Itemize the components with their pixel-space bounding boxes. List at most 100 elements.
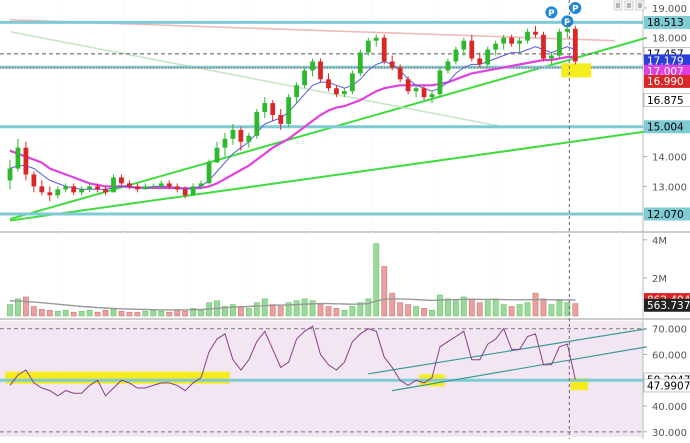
candle-body — [469, 40, 475, 59]
candle-body — [493, 43, 499, 50]
volume-bar — [468, 298, 475, 317]
highlight-rsi-band — [5, 371, 230, 384]
candle-body — [437, 70, 443, 95]
volume-bar — [54, 310, 61, 317]
candle-body — [302, 70, 307, 86]
price-tick-label: 14.000 — [652, 153, 687, 164]
tag-16-875-text: 16.875 — [647, 95, 684, 107]
volume-bar — [110, 309, 117, 317]
tag-15-004: 15.004 — [644, 120, 690, 134]
candle-body — [254, 112, 260, 136]
volume-bar — [540, 298, 547, 317]
window-button-2-glyph — [627, 3, 631, 8]
candle-body — [230, 129, 236, 139]
candle-body — [158, 183, 164, 187]
volume-bar — [325, 306, 332, 317]
volume-bar — [86, 309, 93, 317]
volume-bar — [182, 310, 189, 317]
candle-body — [509, 37, 515, 44]
volume-bar — [237, 306, 244, 317]
candle-body — [318, 61, 323, 80]
volume-bar — [253, 302, 260, 317]
candle-body — [55, 189, 61, 196]
volume-bar — [158, 310, 165, 317]
volume-bar — [444, 298, 451, 317]
volume-bar — [38, 309, 45, 317]
volume-bar — [437, 294, 443, 317]
candle-body — [549, 55, 554, 59]
volume-bar — [134, 311, 141, 317]
window-button-2[interactable] — [624, 0, 634, 11]
highlight-price — [561, 63, 592, 78]
volume-bar — [198, 309, 205, 317]
window-button-3[interactable] — [635, 0, 645, 11]
volume-bar — [102, 309, 109, 317]
candle-body — [557, 31, 562, 56]
candle-body — [485, 49, 491, 65]
candle-body — [87, 186, 92, 190]
volume-tick-label: 4M — [652, 236, 667, 247]
candle-body — [461, 40, 467, 50]
tag-563737: 563.737K — [644, 298, 690, 312]
candle-body — [525, 31, 530, 41]
volume-bar — [78, 310, 85, 317]
candle-body — [190, 186, 196, 196]
volume-bar — [341, 309, 348, 317]
candle-body — [517, 40, 522, 44]
volume-bar — [572, 303, 579, 317]
candle-body — [278, 115, 284, 124]
price-tick-label: 19.000 — [652, 4, 687, 15]
volume-bar — [500, 304, 507, 317]
candle-body — [286, 97, 292, 124]
candle-body — [63, 186, 69, 190]
tag-18-513: 18.513 — [644, 15, 690, 29]
marker-p-2-label: P — [564, 18, 571, 28]
candle-body — [246, 135, 252, 142]
candle-body — [357, 52, 363, 74]
volume-bar — [126, 311, 133, 317]
volume-bar — [245, 308, 252, 317]
candle-body — [501, 37, 507, 44]
price-tick-label: 18.000 — [652, 34, 687, 45]
marker-p-3-label: P — [572, 4, 579, 14]
tag-12-070-text: 12.070 — [647, 209, 684, 221]
volume-bar — [548, 304, 555, 317]
candle-body — [262, 103, 268, 113]
volume-bar — [532, 292, 539, 317]
window-button-1[interactable] — [613, 0, 623, 11]
volume-bar — [413, 306, 419, 317]
marker-p-1-label: P — [548, 9, 555, 19]
volume-bar — [516, 304, 523, 317]
candle-body — [342, 91, 347, 95]
candle-body — [238, 129, 244, 142]
volume-bar — [397, 302, 404, 317]
volume-bar — [230, 304, 236, 317]
volume-bar — [389, 292, 396, 317]
candle-body — [413, 88, 419, 92]
volume-bar — [381, 266, 388, 317]
tag-16-990-text: 16.990 — [647, 76, 684, 88]
tag-15-004-text: 15.004 — [647, 122, 684, 134]
candle-body — [222, 138, 228, 148]
volume-bar — [373, 243, 380, 317]
trading-chart: PPP 19.00018.00016.00015.00014.00013.000… — [0, 0, 690, 439]
tag-47-9907-text: 47.9907 — [647, 380, 690, 392]
volume-bar — [429, 309, 435, 317]
window-button-3-glyph — [638, 3, 642, 8]
volume-bar — [317, 304, 324, 317]
volume-bar — [174, 309, 181, 317]
window-button-1-glyph — [616, 3, 620, 8]
candle-body — [477, 58, 483, 65]
volume-bar — [22, 296, 29, 317]
volume-bar — [150, 309, 157, 317]
candle-body — [206, 162, 212, 184]
candle-body — [310, 61, 315, 71]
candle-body — [182, 189, 188, 196]
tag-563737-text: 563.737K — [647, 300, 690, 312]
candle-body — [326, 79, 331, 89]
volume-bar — [277, 306, 284, 317]
tag-16-875: 16.875 — [643, 93, 690, 107]
volume-bar — [524, 302, 531, 317]
candle-body — [15, 147, 21, 169]
candle-body — [23, 147, 29, 175]
